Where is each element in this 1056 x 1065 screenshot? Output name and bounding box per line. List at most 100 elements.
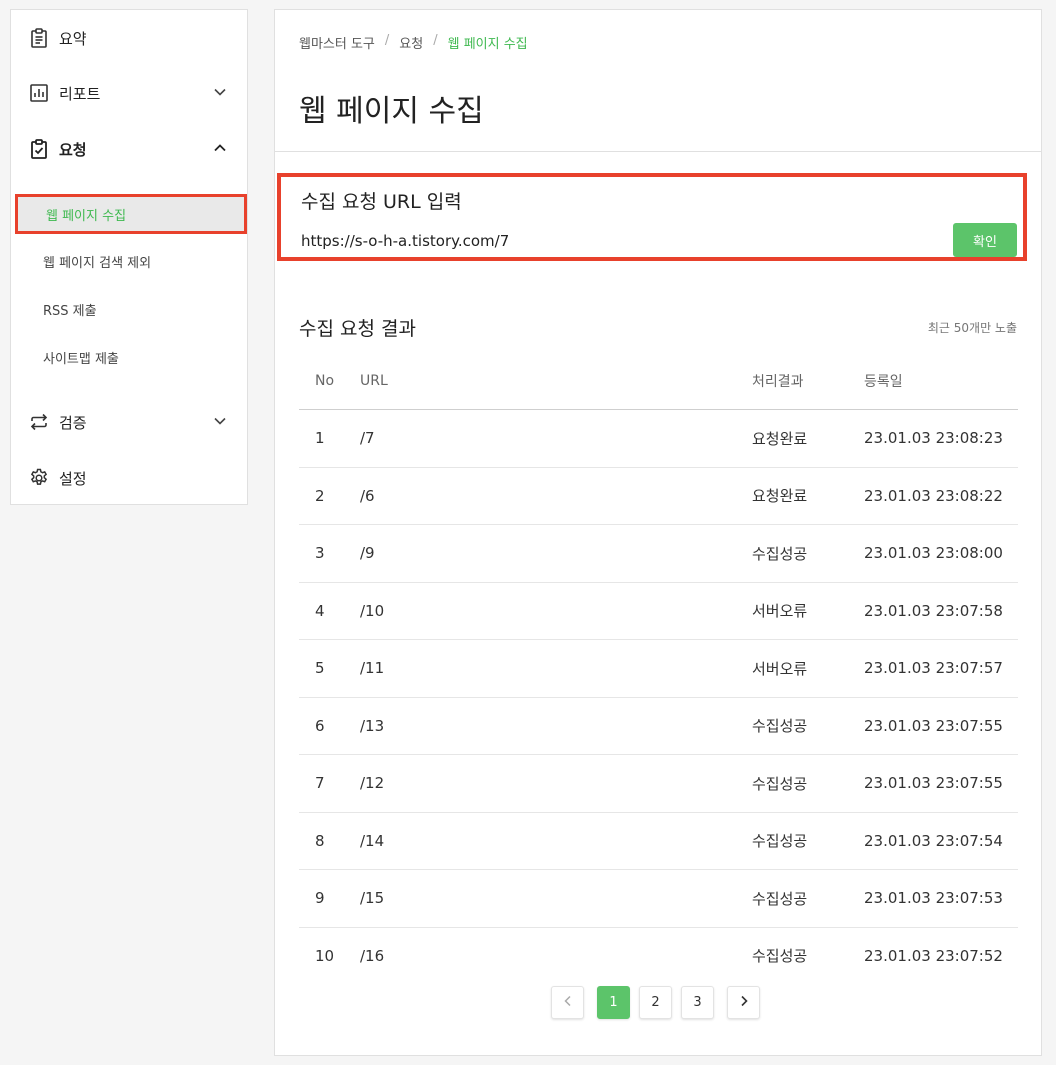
cell-url: /6 [359, 467, 751, 525]
cell-url: /15 [359, 869, 751, 928]
chevron-left-icon [562, 995, 574, 1011]
sidebar-item-label: 리포트 [59, 84, 101, 103]
page-title: 웹 페이지 수집 [299, 94, 484, 129]
table-row: 6 /13 수집성공 23.01.03 23:07:55 [299, 697, 1018, 755]
cell-url: /13 [359, 697, 751, 755]
table-row: 1 /7 요청완료 23.01.03 23:08:23 [299, 409, 1018, 468]
cell-status: 수집성공 [752, 947, 808, 966]
cell-date: 23.01.03 23:07:54 [863, 812, 1018, 870]
table-row: 8 /14 수집성공 23.01.03 23:07:54 [299, 812, 1018, 870]
page-button-3[interactable]: 3 [681, 986, 714, 1019]
sidebar-item-label: 검증 [59, 413, 87, 432]
sidebar-subitem-sitemap-submit[interactable]: 사이트맵 제출 [11, 337, 247, 377]
sidebar-subitem-web-page-collect[interactable]: 웹 페이지 수집 [15, 194, 247, 234]
breadcrumb-current: 웹 페이지 수집 [447, 37, 528, 52]
pagination: 1 2 3 [551, 986, 760, 1019]
cell-url: /10 [359, 582, 751, 640]
cell-date: 23.01.03 23:07:53 [863, 869, 1018, 928]
cell-date: 23.01.03 23:07:55 [863, 754, 1018, 813]
sidebar-subitem-rss-submit[interactable]: RSS 제출 [11, 289, 247, 329]
table-row: 10 /16 수집성공 23.01.03 23:07:52 [299, 927, 1018, 984]
cell-status: 요청완료 [751, 409, 863, 468]
cell-status: 수집성공 [751, 869, 863, 928]
cell-no: 5 [299, 639, 359, 698]
breadcrumb-separator: / [433, 33, 438, 48]
cell-no: 10 [315, 946, 335, 965]
column-header-url: URL [359, 353, 751, 410]
gear-icon [29, 468, 49, 488]
sidebar-item-request[interactable]: 요청 [11, 127, 247, 171]
cell-date: 23.01.03 23:07:57 [863, 639, 1018, 698]
cell-date: 23.01.03 23:08:23 [863, 409, 1018, 468]
sidebar-subitem-label: 웹 페이지 수집 [46, 208, 127, 224]
page-button-1[interactable]: 1 [597, 986, 630, 1019]
sidebar-item-label: 설정 [59, 469, 87, 488]
chevron-down-icon [213, 85, 227, 99]
url-input[interactable] [301, 229, 901, 253]
cell-url: /14 [359, 812, 751, 870]
table-row: 9 /15 수집성공 23.01.03 23:07:53 [299, 869, 1018, 928]
cell-status: 서버오류 [751, 639, 863, 698]
cell-status: 수집성공 [751, 524, 863, 583]
results-table: No URL 처리결과 등록일 1 /7 요청완료 23.01.03 23:08… [299, 353, 1018, 984]
cell-status: 수집성공 [751, 697, 863, 755]
cell-no: 4 [299, 582, 359, 640]
cell-no: 1 [299, 409, 359, 468]
main-panel: 웹마스터 도구 / 요청 / 웹 페이지 수집 웹 페이지 수집 수집 요청 U… [274, 9, 1042, 1056]
cell-status: 서버오류 [751, 582, 863, 640]
cell-no: 3 [299, 524, 359, 583]
cell-date: 23.01.03 23:07:55 [863, 697, 1018, 755]
cell-no: 2 [299, 467, 359, 525]
sidebar-item-verify[interactable]: 검증 [11, 400, 247, 444]
sidebar-item-report[interactable]: 리포트 [11, 71, 247, 115]
table-header-row: No URL 처리결과 등록일 [299, 353, 1018, 410]
sidebar-subitem-label: RSS 제출 [43, 303, 97, 319]
sidebar-item-summary[interactable]: 요약 [11, 16, 247, 60]
confirm-button[interactable]: 확인 [953, 223, 1017, 257]
breadcrumb-item[interactable]: 웹마스터 도구 [299, 33, 375, 52]
prev-page-button[interactable] [551, 986, 584, 1019]
cell-status: 요청완료 [751, 467, 863, 525]
results-title: 수집 요청 결과 [299, 318, 416, 340]
repeat-icon [29, 412, 49, 432]
clipboard-check-icon [29, 139, 49, 159]
next-page-button[interactable] [727, 986, 760, 1019]
breadcrumb-separator: / [384, 33, 390, 48]
chevron-up-icon [213, 141, 227, 155]
url-request-section: 수집 요청 URL 입력 확인 [277, 173, 1027, 261]
table-row: 7 /12 수집성공 23.01.03 23:07:55 [299, 754, 1018, 813]
column-header-date: 등록일 [863, 353, 1018, 410]
results-note: 최근 50개만 노출 [927, 321, 1017, 335]
cell-url: /11 [359, 639, 751, 698]
cell-url: /9 [359, 524, 751, 583]
clipboard-icon [29, 28, 49, 48]
sidebar-item-label: 요약 [59, 29, 87, 48]
table-row: 4 /10 서버오류 23.01.03 23:07:58 [299, 582, 1018, 640]
table-row: 3 /9 수집성공 23.01.03 23:08:00 [299, 524, 1018, 583]
breadcrumb-item[interactable]: 요청 [399, 33, 423, 52]
table-row: 2 /6 요청완료 23.01.03 23:08:22 [299, 467, 1018, 525]
sidebar-subitem-web-page-exclude[interactable]: 웹 페이지 검색 제외 [11, 241, 247, 281]
column-header-no: No [299, 353, 359, 410]
cell-status: 수집성공 [751, 812, 863, 870]
sidebar-item-label: 요청 [59, 140, 87, 159]
cell-no: 8 [299, 812, 359, 870]
table-row: 5 /11 서버오류 23.01.03 23:07:57 [299, 639, 1018, 698]
cell-no: 6 [299, 697, 359, 755]
sidebar-subitem-label: 사이트맵 제출 [43, 351, 119, 367]
sidebar: 요약 리포트 요청 웹 페이지 수집 웹 페이지 검색 제외 RSS 제출 사이… [10, 9, 248, 505]
column-header-status: 처리결과 [751, 353, 863, 410]
cell-date: 23.01.03 23:07:52 [864, 946, 1003, 965]
sidebar-item-settings[interactable]: 설정 [11, 456, 247, 500]
cell-status: 수집성공 [751, 754, 863, 813]
cell-date: 23.01.03 23:08:00 [863, 524, 1018, 583]
cell-url: /7 [359, 409, 751, 468]
page-button-2[interactable]: 2 [639, 986, 672, 1019]
cell-url: /12 [359, 754, 751, 813]
chevron-down-icon [213, 414, 227, 428]
cell-no: 9 [299, 869, 359, 928]
cell-no: 7 [299, 754, 359, 813]
divider [275, 151, 1041, 152]
cell-date: 23.01.03 23:07:58 [863, 582, 1018, 640]
chart-icon [29, 83, 49, 103]
